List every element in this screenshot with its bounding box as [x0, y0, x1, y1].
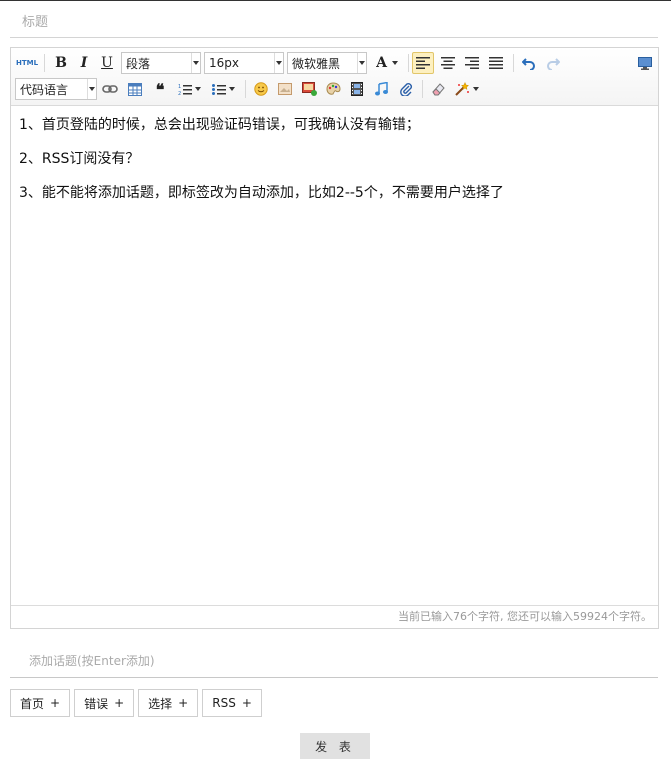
tag-button-select[interactable]: 选择 +	[138, 689, 199, 717]
image-button[interactable]	[274, 78, 296, 100]
title-input[interactable]	[10, 8, 658, 38]
plus-icon: +	[241, 696, 252, 710]
tag-button-rss[interactable]: RSS +	[202, 689, 262, 717]
eraser-icon	[431, 83, 445, 96]
music-button[interactable]	[370, 78, 392, 100]
undo-icon	[522, 58, 535, 70]
upload-image-button[interactable]	[298, 78, 320, 100]
chevron-down-icon	[191, 53, 200, 73]
align-left-button[interactable]	[412, 52, 434, 74]
bold-button[interactable]: B	[51, 52, 71, 74]
table-icon	[128, 82, 142, 96]
film-icon	[351, 82, 363, 96]
magic-wand-icon	[454, 82, 469, 96]
link-icon	[102, 85, 118, 93]
clear-format-button[interactable]	[427, 78, 449, 100]
html-source-button[interactable]: HTML	[15, 52, 39, 74]
tag-button-homepage[interactable]: 首页 +	[10, 689, 71, 717]
plus-icon: +	[178, 696, 189, 710]
font-color-label: A	[376, 55, 387, 71]
svg-text:1: 1	[178, 84, 181, 90]
content-line: 3、能不能将添加话题，即标签改为自动添加，比如2--5个，不需要用户选择了	[19, 185, 504, 201]
chevron-down-icon	[194, 87, 201, 91]
chevron-down-icon	[274, 53, 283, 73]
unordered-list-icon	[211, 83, 226, 95]
palette-icon	[325, 82, 341, 95]
suggested-tags: 首页 + 错误 + 选择 + RSS +	[10, 689, 262, 717]
align-right-icon	[465, 57, 479, 69]
font-size-select[interactable]: 16px	[204, 52, 284, 74]
redo-icon	[547, 58, 560, 70]
toolbar-separator	[44, 54, 45, 72]
blockquote-button[interactable]: ❝	[149, 78, 171, 100]
table-button[interactable]	[124, 78, 146, 100]
align-justify-icon	[489, 57, 503, 69]
font-size-select-value: 16px	[209, 56, 239, 70]
chevron-down-icon	[228, 87, 235, 91]
tag-label: 错误	[84, 696, 109, 711]
code-language-select-value: 代码语言	[20, 82, 69, 97]
fullscreen-button[interactable]	[634, 52, 656, 74]
svg-text:2: 2	[178, 91, 181, 96]
plus-icon: +	[114, 696, 125, 710]
align-right-button[interactable]	[461, 52, 483, 74]
ordered-list-icon: 12	[178, 84, 192, 96]
tag-label: 选择	[148, 696, 173, 711]
undo-button[interactable]	[518, 52, 540, 74]
font-family-select-value: 微软雅黑	[292, 56, 341, 71]
top-border	[0, 0, 671, 1]
paragraph-select[interactable]: 段落	[121, 52, 201, 74]
align-center-button[interactable]	[437, 52, 459, 74]
video-button[interactable]	[346, 78, 368, 100]
topic-input[interactable]	[10, 644, 658, 678]
character-counter: 当前已输入76个字符, 您还可以输入59924个字符。	[11, 605, 658, 628]
ordered-list-button[interactable]: 12	[174, 78, 204, 100]
tag-label: 首页	[20, 696, 45, 711]
scrawl-button[interactable]	[322, 78, 344, 100]
chevron-down-icon	[472, 87, 479, 91]
content-line: 2、RSS订阅没有？	[19, 151, 140, 167]
italic-button[interactable]: I	[74, 52, 94, 74]
tag-label: RSS	[212, 696, 236, 710]
toolbar-separator	[245, 80, 246, 98]
toolbar-row-2: 代码语言 ❝ 12	[11, 78, 658, 102]
tag-button-error[interactable]: 错误 +	[74, 689, 135, 717]
editor-toolbar: HTML B I U 段落 16px 微软雅黑 A 代码语言 ❝ 1 2	[11, 48, 658, 106]
autotypeset-button[interactable]	[451, 78, 481, 100]
align-justify-button[interactable]	[485, 52, 507, 74]
picture-upload-icon	[301, 82, 317, 96]
chevron-down-icon	[87, 79, 96, 99]
toolbar-row-1: HTML B I U 段落 16px 微软雅黑 A	[11, 52, 658, 76]
link-button[interactable]	[99, 78, 121, 100]
chevron-down-icon	[357, 53, 366, 73]
plus-icon: +	[50, 696, 61, 710]
editor-content-area[interactable]: 1、首页登陆的时候，总会出现验证码错误，可我确认没有输错； 2、RSS订阅没有？…	[11, 107, 658, 605]
toolbar-separator	[408, 54, 409, 72]
align-left-icon	[416, 57, 430, 69]
code-language-select[interactable]: 代码语言	[15, 78, 97, 100]
submit-button[interactable]: 发 表	[300, 733, 370, 759]
content-line: 1、首页登陆的时候，总会出现验证码错误，可我确认没有输错；	[19, 117, 420, 133]
font-family-select[interactable]: 微软雅黑	[287, 52, 367, 74]
toolbar-separator	[513, 54, 514, 72]
attachment-button[interactable]	[395, 78, 417, 100]
align-center-icon	[441, 57, 455, 69]
image-icon	[278, 83, 292, 95]
monitor-icon	[638, 56, 652, 70]
emoticon-button[interactable]	[250, 78, 272, 100]
music-note-icon	[375, 82, 388, 96]
chevron-down-icon	[391, 61, 398, 65]
rich-text-editor: HTML B I U 段落 16px 微软雅黑 A 代码语言 ❝ 1 2 1、首…	[10, 47, 659, 629]
smiley-icon	[254, 82, 268, 96]
paperclip-icon	[400, 83, 412, 96]
paragraph-select-value: 段落	[126, 56, 151, 71]
underline-button[interactable]: U	[97, 52, 117, 74]
redo-button[interactable]	[542, 52, 564, 74]
quote-icon: ❝	[155, 79, 165, 99]
font-color-button[interactable]: A	[371, 52, 403, 74]
unordered-list-button[interactable]	[208, 78, 238, 100]
toolbar-separator	[422, 80, 423, 98]
